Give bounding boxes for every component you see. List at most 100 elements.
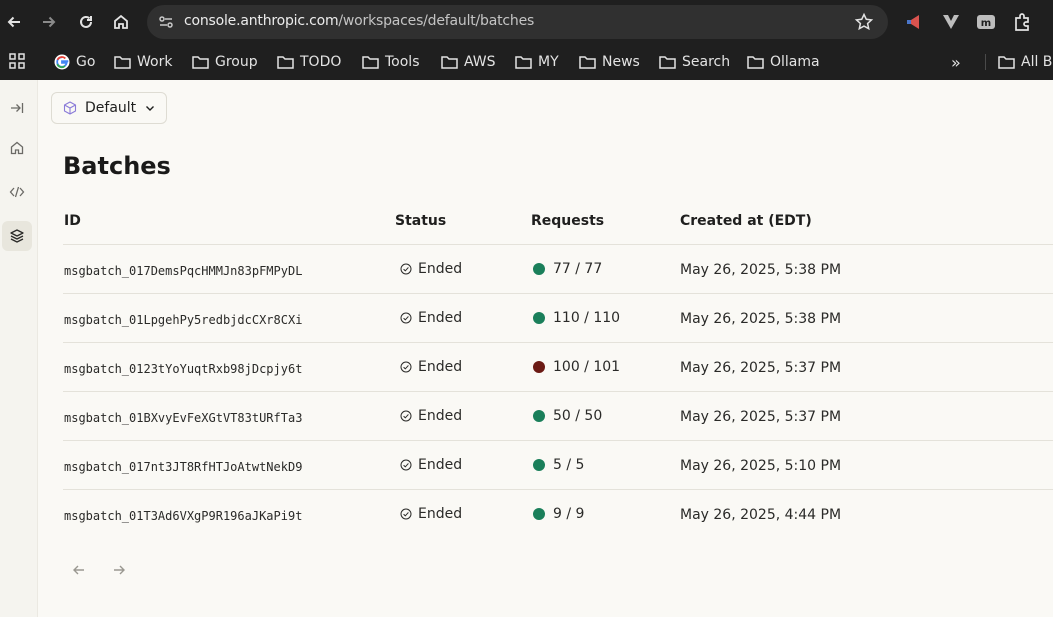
requests-count: 100 / 101 — [553, 359, 621, 375]
batch-id[interactable]: msgbatch_017nt3JT8RfHTJoAtwtNekD9 — [64, 460, 302, 474]
column-header-status: Status — [395, 213, 447, 229]
table-row[interactable]: msgbatch_017nt3JT8RfHTJoAtwtNekD9 Ended … — [63, 440, 1053, 489]
next-page-button[interactable] — [109, 560, 129, 580]
requests-count: 77 / 77 — [553, 261, 603, 277]
left-rail — [0, 80, 38, 617]
bookmark-folder-aws[interactable]: AWS — [441, 51, 496, 73]
table-row[interactable]: msgbatch_017DemsPqcHMMJn83pFMPyDL Ended … — [63, 244, 1053, 293]
column-header-id: ID — [64, 213, 81, 229]
back-button[interactable] — [2, 10, 26, 34]
batch-id[interactable]: msgbatch_017DemsPqcHMMJn83pFMPyDL — [64, 264, 302, 278]
table-row[interactable]: msgbatch_01LpgehPy5redbjdcCXr8CXi Ended … — [63, 293, 1053, 342]
status-text: Ended — [418, 506, 463, 522]
folder-icon — [192, 56, 209, 69]
check-circle-icon — [400, 508, 412, 520]
status-cell: Ended — [400, 457, 462, 473]
folder-icon — [114, 56, 131, 69]
svg-text:m: m — [981, 18, 991, 29]
rail-home[interactable] — [3, 134, 31, 162]
bookmark-folder-search[interactable]: Search — [659, 51, 730, 73]
status-text: Ended — [418, 408, 463, 424]
all-bookmarks-folder[interactable]: All B — [998, 51, 1052, 73]
batch-id[interactable]: msgbatch_01T3Ad6VXgP9R196aJKaPi9t — [64, 509, 302, 523]
table-row[interactable]: msgbatch_01T3Ad6VXgP9R196aJKaPi9t Ended … — [63, 489, 1053, 538]
cube-icon — [63, 101, 77, 115]
bookmark-folder-ollama[interactable]: Ollama — [747, 51, 820, 73]
bookmark-label: All B — [1021, 54, 1053, 70]
rail-code[interactable] — [3, 178, 31, 206]
previous-page-button[interactable] — [69, 560, 89, 580]
folder-icon — [362, 56, 379, 69]
requests-count: 9 / 9 — [553, 506, 585, 522]
arrow-right-icon — [114, 565, 125, 575]
request-status-dot — [533, 361, 545, 373]
google-icon — [54, 54, 70, 70]
folder-icon — [515, 56, 532, 69]
expand-sidebar-button[interactable] — [3, 94, 31, 122]
bookmark-label: Tools — [385, 54, 420, 70]
bookmark-go[interactable]: Go — [54, 51, 95, 73]
arrow-right-icon — [43, 16, 56, 28]
rail-batches[interactable] — [2, 221, 32, 251]
home-icon — [114, 14, 128, 29]
home-button[interactable] — [109, 10, 133, 34]
forward-button[interactable] — [37, 10, 61, 34]
reload-icon — [80, 15, 92, 28]
created-at: May 26, 2025, 5:10 PM — [680, 458, 842, 474]
batch-id[interactable]: msgbatch_01LpgehPy5redbjdcCXr8CXi — [64, 313, 302, 327]
created-at: May 26, 2025, 5:38 PM — [680, 262, 842, 278]
request-status-dot — [533, 410, 545, 422]
bookmarks-overflow-button[interactable]: » — [951, 51, 961, 73]
batch-id[interactable]: msgbatch_01BXvyEvFeXGtVT83tURfTa3 — [64, 411, 302, 425]
bookmark-label: MY — [538, 54, 559, 70]
requests-count: 110 / 110 — [553, 310, 621, 326]
status-text: Ended — [418, 261, 463, 277]
overflow-chevron-icon: » — [951, 52, 961, 72]
folder-icon — [998, 56, 1015, 69]
requests-cell: 100 / 101 — [533, 359, 620, 375]
bookmark-folder-work[interactable]: Work — [114, 51, 172, 73]
batch-id[interactable]: msgbatch_0123tYoYuqtRxb98jDcpjy6t — [64, 362, 302, 376]
bookmark-label: TODO — [300, 54, 342, 70]
check-circle-icon — [400, 263, 412, 275]
created-at: May 26, 2025, 5:37 PM — [680, 409, 842, 425]
bookmark-folder-tools[interactable]: Tools — [362, 51, 420, 73]
arrow-left-icon — [7, 16, 20, 28]
folder-icon — [277, 56, 294, 69]
folder-icon — [579, 56, 596, 69]
bookmark-label: Go — [76, 54, 96, 70]
address-bar[interactable]: console.anthropic.com/workspaces/default… — [147, 5, 888, 39]
created-at: May 26, 2025, 5:38 PM — [680, 311, 842, 327]
page-title: Batches — [63, 152, 171, 180]
status-cell: Ended — [400, 261, 462, 277]
megaphone-extension-icon[interactable] — [903, 11, 925, 33]
bookmark-folder-my[interactable]: MY — [515, 51, 559, 73]
url-text[interactable]: console.anthropic.com/workspaces/default… — [184, 13, 534, 29]
request-status-dot — [533, 508, 545, 520]
extensions-puzzle-icon[interactable] — [1011, 11, 1033, 33]
browser-toolbar: console.anthropic.com/workspaces/default… — [0, 0, 1053, 44]
check-circle-icon — [400, 361, 412, 373]
m-extension-icon[interactable]: m — [975, 11, 997, 33]
request-status-dot — [533, 263, 545, 275]
requests-cell: 5 / 5 — [533, 457, 584, 473]
bookmark-star-icon[interactable] — [854, 12, 874, 32]
expand-sidebar-icon — [11, 103, 24, 113]
table-row[interactable]: msgbatch_0123tYoYuqtRxb98jDcpjy6t Ended … — [63, 342, 1053, 391]
requests-cell: 9 / 9 — [533, 506, 584, 522]
apps-grid-icon[interactable] — [9, 53, 25, 69]
requests-cell: 77 / 77 — [533, 261, 602, 277]
status-cell: Ended — [400, 408, 462, 424]
layers-icon — [10, 229, 24, 243]
site-settings-icon[interactable] — [157, 13, 175, 31]
bookmark-label: Work — [137, 54, 173, 70]
bookmark-folder-todo[interactable]: TODO — [277, 51, 341, 73]
vuetify-extension-icon[interactable] — [940, 11, 962, 33]
workspace-selector[interactable]: Default — [51, 92, 167, 124]
table-row[interactable]: msgbatch_01BXvyEvFeXGtVT83tURfTa3 Ended … — [63, 391, 1053, 440]
requests-cell: 50 / 50 — [533, 408, 602, 424]
check-circle-icon — [400, 459, 412, 471]
reload-button[interactable] — [74, 10, 98, 34]
bookmark-folder-group[interactable]: Group — [192, 51, 258, 73]
bookmark-folder-news[interactable]: News — [579, 51, 640, 73]
